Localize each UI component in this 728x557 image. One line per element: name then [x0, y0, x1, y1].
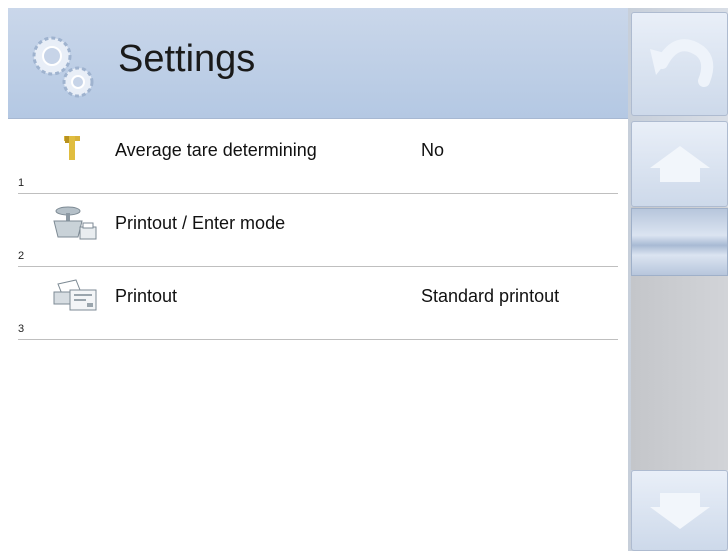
back-arrow-icon: [650, 39, 714, 87]
tare-icon: [64, 136, 80, 160]
item-label: Printout: [115, 286, 178, 306]
list-item[interactable]: 1 Average tare determining No: [18, 120, 618, 194]
printer-icon: [53, 279, 97, 311]
list-item[interactable]: 3 Printout Standard printout: [18, 266, 618, 340]
scroll-up-button[interactable]: [631, 121, 728, 207]
arrow-down-icon: [650, 493, 710, 529]
scroll-down-button[interactable]: [631, 470, 728, 551]
gears-icon: [32, 36, 94, 98]
item-number: 2: [18, 250, 25, 262]
scrollbar-thumb[interactable]: [631, 208, 728, 276]
item-number: 1: [18, 177, 25, 189]
arrow-up-icon: [650, 146, 710, 182]
scale-printer-icon: [53, 206, 97, 240]
item-label: Printout / Enter mode: [115, 213, 286, 233]
list-item[interactable]: 2 Printout / Enter mode: [18, 193, 618, 267]
page-title: Settings: [118, 38, 256, 80]
item-value: No: [421, 140, 445, 160]
item-label: Average tare determining: [115, 140, 317, 160]
item-value: Standard printout: [421, 286, 560, 306]
item-number: 3: [18, 323, 25, 335]
header-bar: Settings: [8, 8, 628, 119]
back-button[interactable]: [631, 12, 728, 116]
